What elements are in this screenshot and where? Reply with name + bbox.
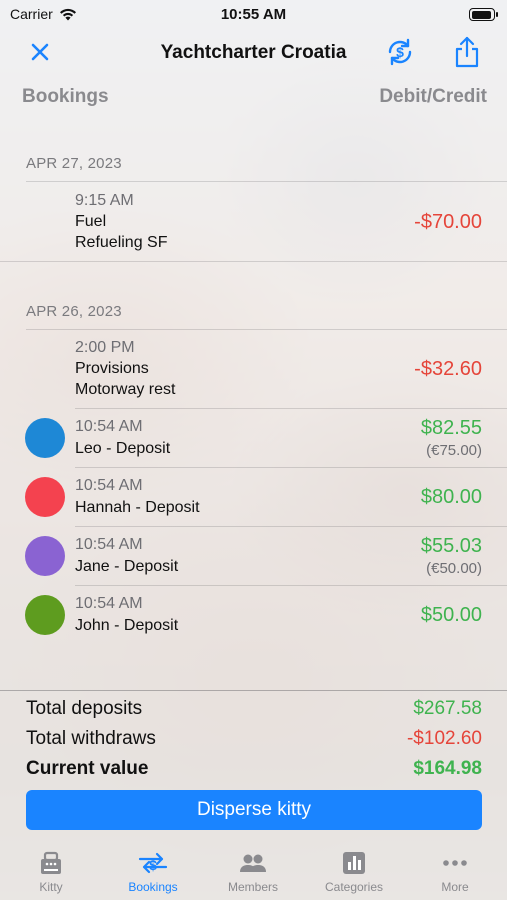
- status-time: 10:55 AM: [220, 6, 287, 23]
- booking-note: Refueling SF: [75, 234, 168, 251]
- totals-divider: [0, 690, 507, 691]
- battery-icon: [469, 8, 498, 21]
- booking-time: 2:00 PM: [75, 339, 135, 356]
- tab-label: More: [441, 880, 469, 894]
- booking-description: Jane - Deposit: [75, 558, 179, 575]
- booking-time: 9:15 AM: [75, 192, 134, 209]
- booking-amount: -$32.60: [414, 358, 482, 380]
- bookings-column-header: Bookings: [22, 86, 109, 107]
- share-icon[interactable]: [452, 35, 482, 69]
- deposit-row[interactable]: 10:54 AM Leo - Deposit $82.55 (€75.00): [0, 408, 507, 467]
- booking-original-amount: (€75.00): [426, 442, 482, 459]
- booking-category: Provisions: [75, 360, 149, 377]
- svg-text:$: $: [396, 44, 404, 60]
- booking-original-amount: (€50.00): [426, 560, 482, 577]
- booking-amount: $80.00: [420, 486, 482, 508]
- tab-members[interactable]: Members: [203, 850, 303, 894]
- current-value-value: $164.98: [413, 758, 482, 779]
- deposit-row[interactable]: 10:54 AM Hannah - Deposit $80.00: [0, 467, 507, 526]
- booking-row[interactable]: 2:00 PM Provisions Motorway rest -$32.60: [0, 329, 507, 408]
- member-avatar: [25, 477, 65, 517]
- booking-note: Motorway rest: [75, 381, 176, 398]
- total-deposits-value: $267.58: [413, 698, 482, 719]
- currency-sync-icon[interactable]: $: [384, 36, 416, 68]
- member-avatar: [25, 536, 65, 576]
- members-icon: [240, 854, 266, 872]
- kitty-icon: [41, 851, 61, 874]
- booking-description: John - Deposit: [75, 617, 179, 634]
- total-deposits-label: Total deposits: [26, 698, 143, 719]
- deposit-row[interactable]: 10:54 AM Jane - Deposit $55.03 (€50.00): [0, 526, 507, 585]
- deposit-row[interactable]: 10:54 AM John - Deposit $50.00: [0, 585, 507, 644]
- section-date: APR 26, 2023: [26, 303, 122, 320]
- tab-label: Categories: [324, 880, 384, 894]
- divider: [0, 261, 507, 262]
- booking-time: 10:54 AM: [75, 536, 143, 553]
- tab-bar: Kitty $ Bookings Members Categories More: [0, 838, 507, 900]
- svg-text:$: $: [149, 857, 157, 873]
- booking-time: 10:54 AM: [75, 418, 143, 435]
- member-avatar: [25, 595, 65, 635]
- booking-category: Fuel: [75, 213, 107, 230]
- booking-amount: $55.03: [420, 535, 482, 557]
- booking-amount: -$70.00: [414, 211, 482, 233]
- booking-row[interactable]: 9:15 AM Fuel Refueling SF -$70.00: [0, 181, 507, 261]
- tab-kitty[interactable]: Kitty: [1, 850, 101, 894]
- tab-more[interactable]: More: [405, 850, 505, 894]
- current-value-label: Current value: [26, 758, 149, 779]
- booking-time: 10:54 AM: [75, 477, 143, 494]
- page-title: Yachtcharter Croatia: [160, 42, 347, 63]
- booking-time: 10:54 AM: [75, 595, 143, 612]
- booking-description: Hannah - Deposit: [75, 499, 200, 516]
- member-avatar: [25, 418, 65, 458]
- column-headers: Bookings Debit/Credit: [0, 86, 507, 112]
- more-icon: [443, 860, 467, 866]
- booking-amount: $50.00: [420, 604, 482, 626]
- total-withdraws-value: -$102.60: [406, 728, 482, 749]
- tab-label: Kitty: [39, 880, 63, 894]
- section-date: APR 27, 2023: [26, 155, 122, 172]
- tab-label: Bookings: [128, 880, 178, 894]
- categories-icon: [343, 852, 365, 874]
- navigation-bar: Yachtcharter Croatia $: [0, 30, 507, 76]
- status-bar: Carrier 10:55 AM: [0, 0, 507, 30]
- booking-amount: $82.55: [420, 417, 482, 439]
- tab-categories[interactable]: Categories: [304, 850, 404, 894]
- total-withdraws-label: Total withdraws: [26, 728, 156, 749]
- tab-label: Members: [227, 880, 278, 894]
- bookings-icon: $: [138, 852, 168, 874]
- debit-credit-column-header: Debit/Credit: [379, 86, 487, 107]
- disperse-kitty-button[interactable]: Disperse kitty: [26, 790, 482, 830]
- tab-bookings[interactable]: $ Bookings: [103, 850, 203, 894]
- booking-description: Leo - Deposit: [75, 440, 171, 457]
